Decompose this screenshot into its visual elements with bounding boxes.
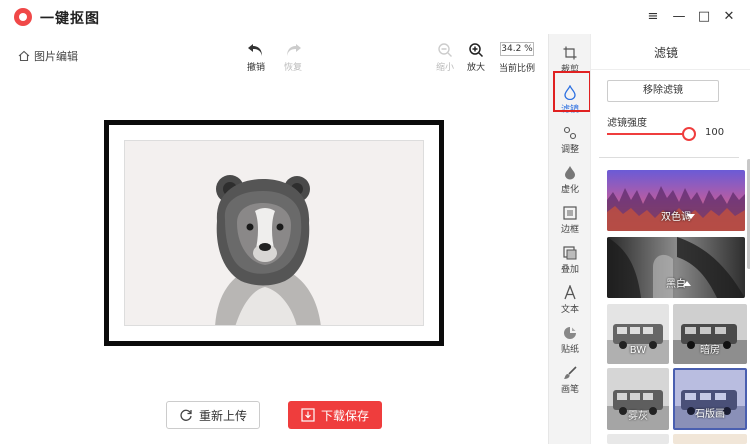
filter-panel: 滤镜 移除滤镜 滤镜强度 100 双色调 黑白 BW 暗房 雾灰 石版画	[590, 34, 750, 444]
app-title: 一键抠图	[40, 11, 100, 27]
sidebar-item-sticker[interactable]: 贴纸	[549, 320, 591, 360]
undo-label: 撤销	[246, 63, 265, 73]
active-tool-highlight	[553, 71, 591, 112]
reupload-button[interactable]: 重新上传	[166, 401, 260, 429]
maximize-icon[interactable]: □	[695, 8, 713, 26]
zoom-in-label: 放大	[466, 63, 485, 73]
zoom-label: 当前比例	[498, 64, 535, 74]
adjust-icon	[563, 126, 577, 140]
app-logo-icon	[14, 8, 32, 26]
photo-mat	[124, 140, 424, 326]
reupload-label: 重新上传	[198, 408, 247, 423]
refresh-icon	[180, 409, 192, 421]
dog-photo	[215, 175, 321, 325]
redo-icon	[287, 44, 301, 56]
filter-label: 双色调	[661, 212, 691, 223]
filter-card-blackwhite[interactable]: 黑白	[607, 237, 745, 298]
close-icon[interactable]: ✕	[720, 8, 738, 26]
remove-filter-button[interactable]: 移除滤镜	[607, 80, 719, 102]
filter-label: BW	[629, 345, 647, 356]
sidebar-item-label: 贴纸	[560, 345, 579, 355]
sticker-icon	[564, 327, 576, 339]
filter-label: 石版画	[695, 409, 725, 420]
sidebar-item-label: 调整	[560, 145, 579, 155]
filter-strength-value: 100	[705, 127, 725, 138]
filter-label: 暗房	[700, 345, 720, 356]
image-edit-link[interactable]: 图片编辑	[18, 48, 78, 64]
redo-label: 恢复	[283, 63, 302, 73]
zoom-in-icon	[469, 43, 484, 58]
filter-card-duotone[interactable]: 双色调	[607, 170, 745, 231]
zoom-out-label: 缩小	[435, 63, 454, 73]
filter-card-partial[interactable]	[607, 434, 669, 444]
chevron-up-icon	[683, 281, 691, 286]
minimize-icon[interactable]: —	[670, 8, 688, 26]
sidebar-item-overlay[interactable]: 叠加	[549, 240, 591, 280]
filter-label: 黑白	[666, 279, 686, 290]
filter-card-foggray[interactable]: 雾灰	[607, 368, 669, 430]
sidebar-item-blur[interactable]: 虚化	[549, 160, 591, 200]
chevron-down-icon	[687, 214, 695, 219]
download-save-label: 下载保存	[320, 408, 369, 423]
crop-icon	[563, 46, 577, 60]
frame-icon	[563, 206, 577, 220]
brush-icon	[564, 366, 577, 379]
sidebar-item-label: 虚化	[560, 185, 579, 195]
filter-strength-label: 滤镜强度	[607, 118, 647, 129]
undo-icon	[248, 44, 262, 56]
download-icon	[301, 408, 315, 422]
blur-drop-icon	[565, 166, 575, 180]
image-edit-label: 图片编辑	[34, 50, 78, 63]
sidebar-item-label: 画笔	[560, 385, 579, 395]
zoom-out-button[interactable]: 缩小	[428, 40, 462, 73]
panel-title: 滤镜	[653, 46, 678, 60]
divider	[599, 157, 739, 158]
text-icon	[564, 285, 576, 300]
filter-label: 雾灰	[628, 411, 648, 422]
toolbar: 图片编辑 撤销 恢复 缩小 放大 34.2 % 当前比例	[0, 34, 548, 78]
title-bar: 一键抠图 ≡ — □ ✕	[0, 0, 750, 34]
zoom-in-button[interactable]: 放大	[459, 40, 493, 73]
sidebar-item-adjust[interactable]: 调整	[549, 120, 591, 160]
zoom-value: 34.2 %	[500, 42, 534, 56]
filter-card-lithograph[interactable]: 石版画	[673, 368, 747, 430]
overlay-icon	[563, 246, 577, 260]
filter-strength-handle[interactable]	[682, 127, 696, 141]
divider	[591, 69, 750, 70]
filter-card-darkroom[interactable]: 暗房	[673, 304, 747, 364]
sidebar-item-text[interactable]: 文本	[549, 280, 591, 320]
filter-card-bw[interactable]: BW	[607, 304, 669, 364]
sidebar-item-label: 叠加	[560, 265, 579, 275]
download-save-button[interactable]: 下载保存	[288, 401, 382, 429]
sidebar-item-frame[interactable]: 边框	[549, 200, 591, 240]
filter-card-partial[interactable]	[673, 434, 747, 444]
image-canvas[interactable]	[104, 120, 444, 346]
undo-button[interactable]: 撤销	[239, 40, 273, 73]
sidebar-item-label: 文本	[560, 305, 579, 315]
filter-strength-slider[interactable]	[607, 133, 693, 135]
menu-icon[interactable]: ≡	[644, 8, 662, 26]
sidebar-item-label: 边框	[560, 225, 579, 235]
redo-button[interactable]: 恢复	[276, 40, 310, 73]
home-icon	[18, 50, 30, 62]
sidebar-item-brush[interactable]: 画笔	[549, 360, 591, 400]
zoom-out-icon	[438, 43, 452, 57]
